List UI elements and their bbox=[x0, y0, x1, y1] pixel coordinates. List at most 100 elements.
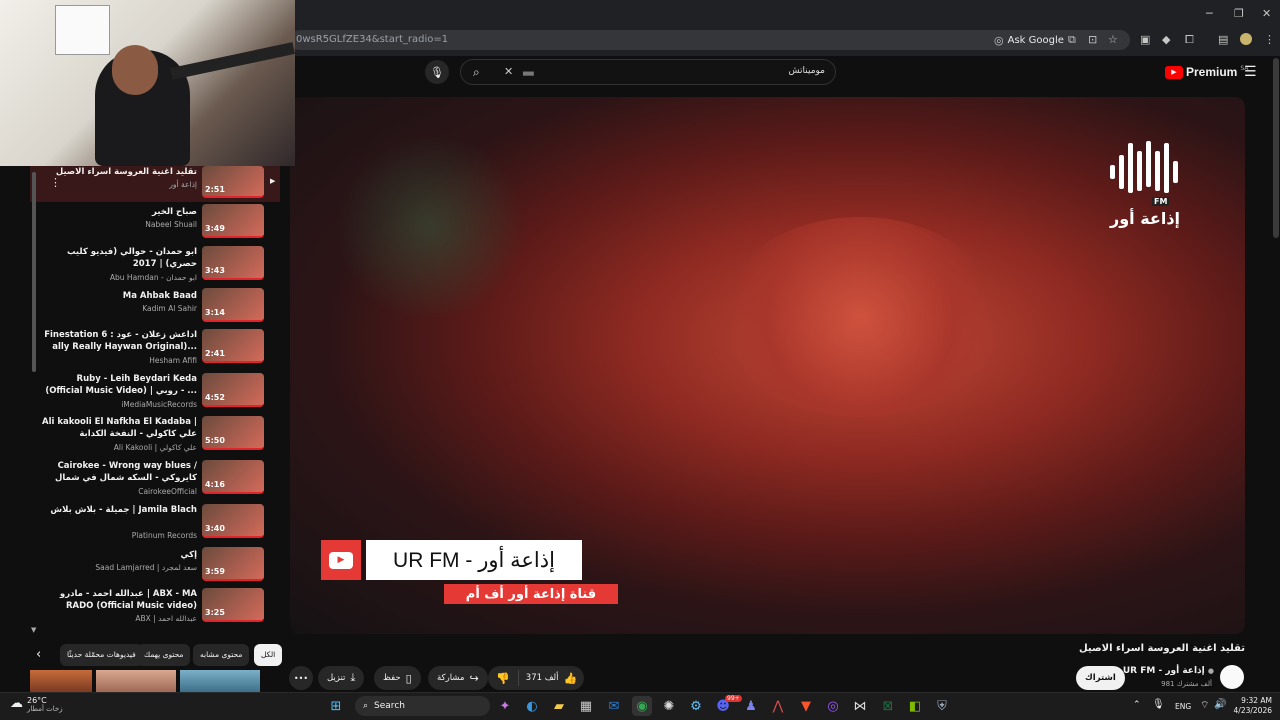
browser-menu-icon[interactable]: ⋮ bbox=[1264, 33, 1275, 46]
duration: 3:14 bbox=[205, 308, 225, 317]
scroll-down-arrow-icon[interactable]: ▼ bbox=[31, 626, 36, 634]
channel-avatar[interactable] bbox=[1220, 665, 1244, 689]
webcam-overlay bbox=[0, 0, 295, 166]
app-icon[interactable]: ◎ bbox=[823, 696, 843, 716]
playlist-item[interactable]: 4:52 Ruby - Leih Beydari Keda (Official … bbox=[30, 373, 280, 415]
short-thumbnail[interactable] bbox=[96, 670, 176, 692]
soundwave-logo-icon bbox=[1110, 141, 1178, 193]
item-channel: Saad Lamjarred | سعد لمجرد bbox=[95, 563, 197, 572]
playlist-item[interactable]: 3:25 عبدالله احمد - مادرو | ABX - MA RAD… bbox=[30, 588, 280, 630]
volume-icon[interactable]: 🔊 bbox=[1214, 699, 1226, 710]
maximize-icon[interactable]: ❐ bbox=[1234, 7, 1244, 20]
clear-search-icon[interactable]: ✕ bbox=[504, 65, 513, 78]
weather-widget[interactable]: ☁ 26°C زخات أمطار bbox=[10, 696, 63, 713]
save-button[interactable]: حفظ ▯ bbox=[374, 666, 421, 690]
chip-for-you[interactable]: محتوى يهمك bbox=[137, 644, 191, 666]
weather-desc: زخات أمطار bbox=[27, 705, 63, 713]
chip-new-uploads[interactable]: فيديوهات محمّلة حديثًا bbox=[60, 644, 143, 666]
acrobat-icon[interactable]: ⋀ bbox=[768, 696, 788, 716]
edge-icon[interactable]: ◐ bbox=[522, 696, 542, 716]
now-playing-icon: ▶ bbox=[270, 177, 276, 185]
playlist-item[interactable]: 3:40 جميلة - بلاش بلاش | Jamila Blach Pl… bbox=[30, 504, 280, 546]
download-button[interactable]: تنزيل ⤓ bbox=[318, 666, 365, 690]
notification-badge: 99+ bbox=[725, 695, 742, 702]
voice-search-button[interactable]: 🎙 bbox=[425, 60, 449, 84]
clock[interactable]: 9:32 AM 4/23/2026 bbox=[1232, 696, 1272, 716]
short-thumbnail[interactable] bbox=[30, 670, 92, 692]
playlist-item[interactable]: 5:50 Ali kakooli El Nafkha El Kadaba | ع… bbox=[30, 416, 280, 458]
google-lens-icon: ◎ bbox=[994, 33, 1004, 47]
teams-icon[interactable]: ♟ bbox=[741, 696, 761, 716]
mic-arm bbox=[170, 42, 295, 80]
microphone-icon: 🎙 bbox=[430, 65, 444, 79]
minecraft-icon[interactable]: ◧ bbox=[905, 696, 925, 716]
shorts-strip bbox=[30, 670, 280, 692]
chatgpt-icon[interactable]: ✺ bbox=[659, 696, 679, 716]
capcut-icon[interactable]: ⋈ bbox=[850, 696, 870, 716]
search-input[interactable]: ⌕ ✕ ▄▄ موميناتش bbox=[460, 59, 836, 85]
profile-avatar[interactable] bbox=[1240, 33, 1252, 45]
item-title: Cairokee - Wrong way blues / كايروكي - ا… bbox=[54, 461, 197, 483]
playlist-item[interactable]: 3:49 صباح الخير Nabeel Shuail bbox=[30, 204, 280, 246]
extensions-puzzle-icon[interactable]: ⧠ bbox=[1185, 33, 1194, 47]
youtube-premium-logo[interactable]: ▶ Premium SA bbox=[1165, 65, 1248, 79]
dislike-icon[interactable]: 👎 bbox=[488, 672, 518, 685]
verified-icon: ● bbox=[1207, 667, 1214, 675]
steam-icon[interactable]: ⚙ bbox=[686, 696, 706, 716]
outlook-icon[interactable]: ✉ bbox=[604, 696, 624, 716]
brave-icon[interactable]: ▼ bbox=[796, 696, 816, 716]
page-scrollbar[interactable] bbox=[1273, 58, 1279, 238]
translate-icon[interactable]: ⧉ bbox=[1068, 33, 1076, 47]
playlist-item[interactable]: 4:16 Cairokee - Wrong way blues / كايروك… bbox=[30, 460, 280, 502]
playlist-item[interactable]: 2:41 Finestation 6 : اداعش زعلان - عود a… bbox=[30, 329, 280, 371]
vpn-shield-icon[interactable]: ⛨ bbox=[932, 696, 952, 716]
clock-time: 9:32 AM bbox=[1241, 696, 1272, 705]
extension-icon[interactable]: ▣ bbox=[1140, 33, 1150, 46]
chip-related[interactable]: محتوى مشابه bbox=[193, 644, 250, 666]
video-player[interactable]: FM إذاعة أور ▶ UR FM - إذاعة أور قناة إذ… bbox=[290, 97, 1245, 634]
share-button[interactable]: مشاركة ↪ bbox=[428, 666, 488, 690]
copilot-icon[interactable]: ✦ bbox=[495, 696, 515, 716]
side-panel-icon[interactable]: ▤ bbox=[1218, 33, 1228, 46]
playlist-item[interactable]: 3:59 إكي Saad Lamjarred | سعد لمجرد bbox=[30, 547, 280, 589]
close-window-icon[interactable]: ✕ bbox=[1262, 7, 1271, 20]
more-actions-button[interactable]: ••• bbox=[289, 666, 313, 690]
download-icon: ⤓ bbox=[350, 671, 356, 684]
excel-icon[interactable]: ⊠ bbox=[878, 696, 898, 716]
short-thumbnail[interactable] bbox=[180, 670, 260, 692]
minimize-icon[interactable]: ─ bbox=[1206, 7, 1213, 20]
channel-name-label: UR FM - إذاعة أور bbox=[1122, 666, 1205, 676]
like-count: 371 ألف bbox=[525, 673, 559, 683]
duration: 3:25 bbox=[205, 608, 225, 617]
channel-name[interactable]: UR FM - إذاعة أور ● bbox=[1123, 666, 1214, 676]
subscribe-button[interactable]: اشتراك bbox=[1076, 666, 1125, 690]
related-chips: ‹ فيديوهات محمّلة حديثًا محتوى يهمك محتو… bbox=[30, 644, 285, 668]
taskbar-search[interactable]: ⌕ Search bbox=[355, 696, 490, 716]
item-channel: Abu Hamdan - ابو حمدان bbox=[109, 273, 197, 282]
chip-all[interactable]: الكل bbox=[254, 644, 283, 666]
extension-diamond-icon[interactable]: ◆ bbox=[1162, 33, 1170, 46]
microphone-tray-icon[interactable]: 🎙 bbox=[1152, 699, 1165, 710]
start-windows-icon[interactable]: ⊞ bbox=[326, 696, 346, 716]
file-explorer-icon[interactable]: ▰ bbox=[549, 696, 569, 716]
playlist-current-item[interactable]: ⋮ 2:51 ▶ تقليد اغنية العروسة اسراء الاصي… bbox=[30, 166, 280, 202]
like-icon: 👍 bbox=[563, 671, 578, 685]
playlist-item[interactable]: 3:43 ابو حمدان - حوالي (فيديو كليب حصري)… bbox=[30, 246, 280, 288]
youtube-play-icon: ▶ bbox=[1165, 65, 1183, 79]
tray-chevron-icon[interactable]: ⌃ bbox=[1133, 700, 1141, 710]
playlist-item[interactable]: 3:14 Ma Ahbak Baad Kadim Al Sahir bbox=[30, 288, 280, 330]
store-icon[interactable]: ▦ bbox=[576, 696, 596, 716]
chrome-icon[interactable]: ◉ bbox=[632, 696, 652, 716]
language-indicator[interactable]: ENG bbox=[1175, 702, 1191, 711]
search-icon[interactable]: ⌕ bbox=[473, 65, 480, 80]
guide-menu-icon[interactable]: ☰ bbox=[1244, 64, 1257, 80]
streamer-face bbox=[112, 45, 158, 95]
like-button[interactable]: 371 ألف 👍 bbox=[519, 672, 584, 685]
ask-google-button[interactable]: ◎ Ask Google bbox=[994, 32, 1064, 48]
bookmark-star-icon[interactable]: ☆ bbox=[1108, 33, 1118, 46]
item-channel: ABX | عبدالله احمد bbox=[135, 614, 197, 623]
chevron-left-icon[interactable]: ‹ bbox=[36, 647, 41, 662]
playlist-scrollbar[interactable] bbox=[32, 172, 36, 372]
wifi-icon[interactable]: ⌔ bbox=[1200, 699, 1209, 712]
install-icon[interactable]: ⊡ bbox=[1088, 33, 1097, 46]
